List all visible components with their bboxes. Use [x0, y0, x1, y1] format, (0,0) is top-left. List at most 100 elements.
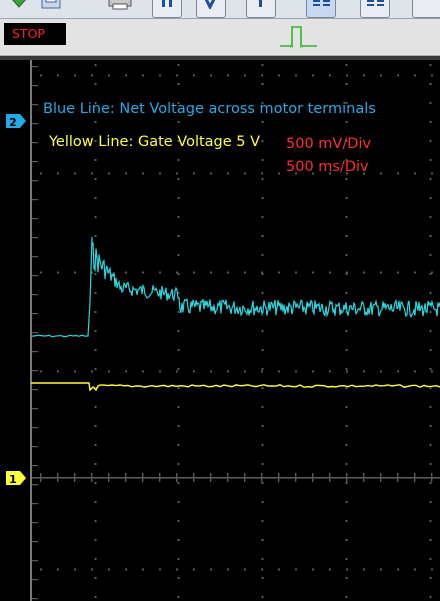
grid-dot: [261, 558, 264, 560]
download-button[interactable]: [4, 0, 32, 16]
layout-a-button[interactable]: [306, 0, 336, 18]
pulse-trigger-icon[interactable]: [279, 24, 319, 50]
center-axis-tick: [57, 473, 59, 482]
grid-dot: [261, 539, 264, 541]
axis-tick: [32, 161, 38, 163]
center-axis-tick: [261, 473, 263, 482]
grid-dot: [261, 463, 264, 465]
grid-dot: [94, 444, 97, 446]
save-button[interactable]: [36, 0, 64, 16]
grid-dot: [431, 172, 433, 175]
grid-dot: [397, 271, 399, 274]
axis-tick: [32, 522, 38, 524]
grid-dot: [177, 330, 180, 332]
center-axis-tick: [125, 473, 127, 482]
grid-dot: [429, 330, 432, 332]
grid-dot: [397, 74, 399, 77]
grid-dot: [177, 501, 180, 503]
grid-dot: [380, 370, 382, 373]
grid-dot: [177, 254, 180, 256]
run-stop-button[interactable]: STOP: [4, 23, 66, 45]
grid-dot: [176, 271, 178, 274]
grid-dot: [429, 140, 432, 142]
grid-dot: [227, 568, 229, 571]
grid-dot: [125, 172, 127, 175]
axis-tick: [32, 66, 38, 68]
scope-display[interactable]: 2 1 Blue Line: Net Voltage across motor …: [0, 56, 440, 601]
grid-dot: [278, 172, 280, 175]
grid-dot: [431, 568, 433, 571]
grid-dot: [261, 368, 264, 370]
layout-b-button[interactable]: [360, 0, 390, 18]
grid-dot: [261, 216, 264, 218]
grid-dot: [429, 159, 432, 161]
grid-dot: [94, 577, 97, 579]
grid-dot: [329, 74, 331, 77]
grid-dot: [177, 387, 180, 389]
grid-dot: [261, 596, 264, 598]
axis-tick: [32, 85, 38, 87]
grid-dot: [108, 172, 110, 175]
grid-dot: [177, 121, 180, 123]
grid-dot: [363, 568, 365, 571]
axis-tick: [32, 313, 38, 315]
grid-dot: [363, 74, 365, 77]
grid-dot: [108, 370, 110, 373]
print-button[interactable]: [104, 0, 132, 16]
grid-dot: [345, 197, 348, 199]
grid-dot: [142, 370, 144, 373]
grid-dot: [346, 74, 348, 77]
grid-dot: [429, 596, 432, 598]
grid-dot: [177, 463, 180, 465]
center-axis-tick: [346, 473, 348, 482]
status-bar: STOP: [0, 19, 440, 56]
center-axis-tick: [210, 473, 212, 482]
grid-dot: [429, 311, 432, 313]
grid-dot: [345, 406, 348, 408]
grid-dot: [177, 444, 180, 446]
grid-dot: [244, 568, 246, 571]
grid-dot: [345, 216, 348, 218]
channel-b-button[interactable]: [196, 0, 226, 18]
grid-dot: [261, 568, 263, 571]
grid-dot: [244, 271, 246, 274]
center-axis-tick: [414, 473, 416, 482]
axis-tick: [32, 503, 38, 505]
axis-tick: [32, 199, 38, 201]
grid-dot: [40, 172, 42, 175]
grid-dot: [380, 172, 382, 175]
grid-dot: [91, 370, 93, 373]
more-button[interactable]: [412, 0, 440, 18]
grid-dot: [345, 520, 348, 522]
axis-tick: [32, 427, 38, 429]
grid-dot: [159, 74, 161, 77]
axis-tick: [32, 598, 38, 600]
grid-dot: [159, 568, 161, 571]
grid-dot: [429, 482, 432, 484]
center-axis-tick: [193, 473, 195, 482]
grid-dot: [142, 271, 144, 274]
grid-dot: [414, 74, 416, 77]
channel-a-button[interactable]: [152, 0, 182, 18]
grid-dot: [57, 172, 59, 175]
grid-dot: [94, 349, 97, 351]
grid-dot: [40, 271, 42, 274]
grid-dot: [278, 271, 280, 274]
grid-dot: [177, 197, 180, 199]
grid-dot: [345, 235, 348, 237]
grid-dot: [108, 568, 110, 571]
grid-dot: [177, 311, 180, 313]
grid-dot: [345, 64, 348, 66]
center-axis-tick: [91, 473, 93, 482]
download-arrow-icon: [12, 0, 26, 8]
grid-dot: [380, 568, 382, 571]
axis-tick: [32, 332, 38, 334]
channel-select-icon: [162, 0, 172, 7]
grid-dot: [261, 178, 264, 180]
grid-dot: [431, 370, 433, 373]
grid-dot: [261, 330, 264, 332]
grid-dot: [176, 74, 178, 77]
channel-c-button[interactable]: [246, 0, 276, 18]
grid-dot: [345, 349, 348, 351]
center-axis-tick: [244, 473, 246, 482]
